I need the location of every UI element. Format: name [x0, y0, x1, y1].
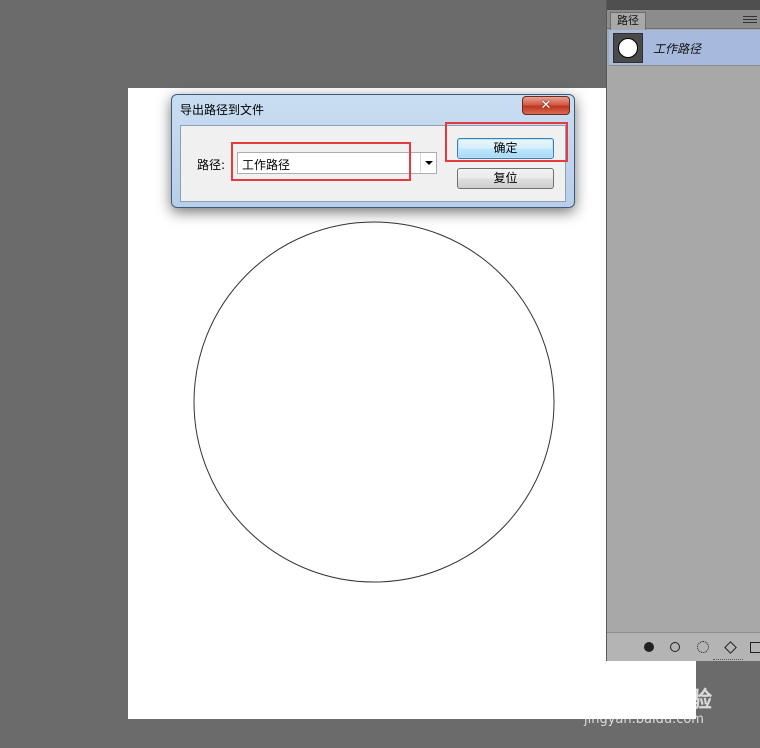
close-button[interactable]: ✕: [522, 96, 570, 115]
watermark-url: jingyan.baidu.com: [584, 712, 704, 727]
watermark-logo: Bai: [584, 680, 631, 710]
highlight-ok-button: [445, 122, 568, 162]
fill-path-icon[interactable]: [642, 640, 656, 654]
panel-menu-icon[interactable]: [743, 14, 757, 26]
chevron-down-icon[interactable]: [420, 153, 436, 173]
paw-icon: [636, 682, 662, 706]
add-mask-icon[interactable]: [749, 640, 760, 654]
panel-bottom-toolbar: [607, 632, 760, 661]
baidu-jingyan-watermark: Bai 经验 jingyan.baidu.com: [584, 680, 734, 730]
highlight-path-select: [231, 142, 411, 181]
path-item-name: 工作路径: [653, 42, 702, 56]
panel-tab-bar: 路径: [607, 10, 760, 30]
paths-panel: 路径 工作路径: [606, 0, 760, 661]
close-icon: ✕: [540, 98, 552, 113]
tab-paths[interactable]: 路径: [610, 12, 646, 30]
reset-button[interactable]: 复位: [457, 168, 554, 189]
stroke-path-icon[interactable]: [668, 640, 682, 654]
make-work-path-icon[interactable]: [723, 640, 737, 654]
watermark-cn: 经验: [668, 688, 713, 713]
path-label: 路径:: [197, 158, 226, 172]
load-selection-icon[interactable]: [696, 640, 710, 654]
dialog-titlebar[interactable]: 导出路径到文件 ✕: [172, 95, 574, 121]
resize-grip[interactable]: [713, 659, 743, 661]
path-list-item[interactable]: 工作路径: [609, 30, 760, 66]
path-thumbnail: [613, 33, 643, 63]
dialog-title: 导出路径到文件: [180, 103, 265, 117]
panel-top-strip: [607, 0, 760, 10]
